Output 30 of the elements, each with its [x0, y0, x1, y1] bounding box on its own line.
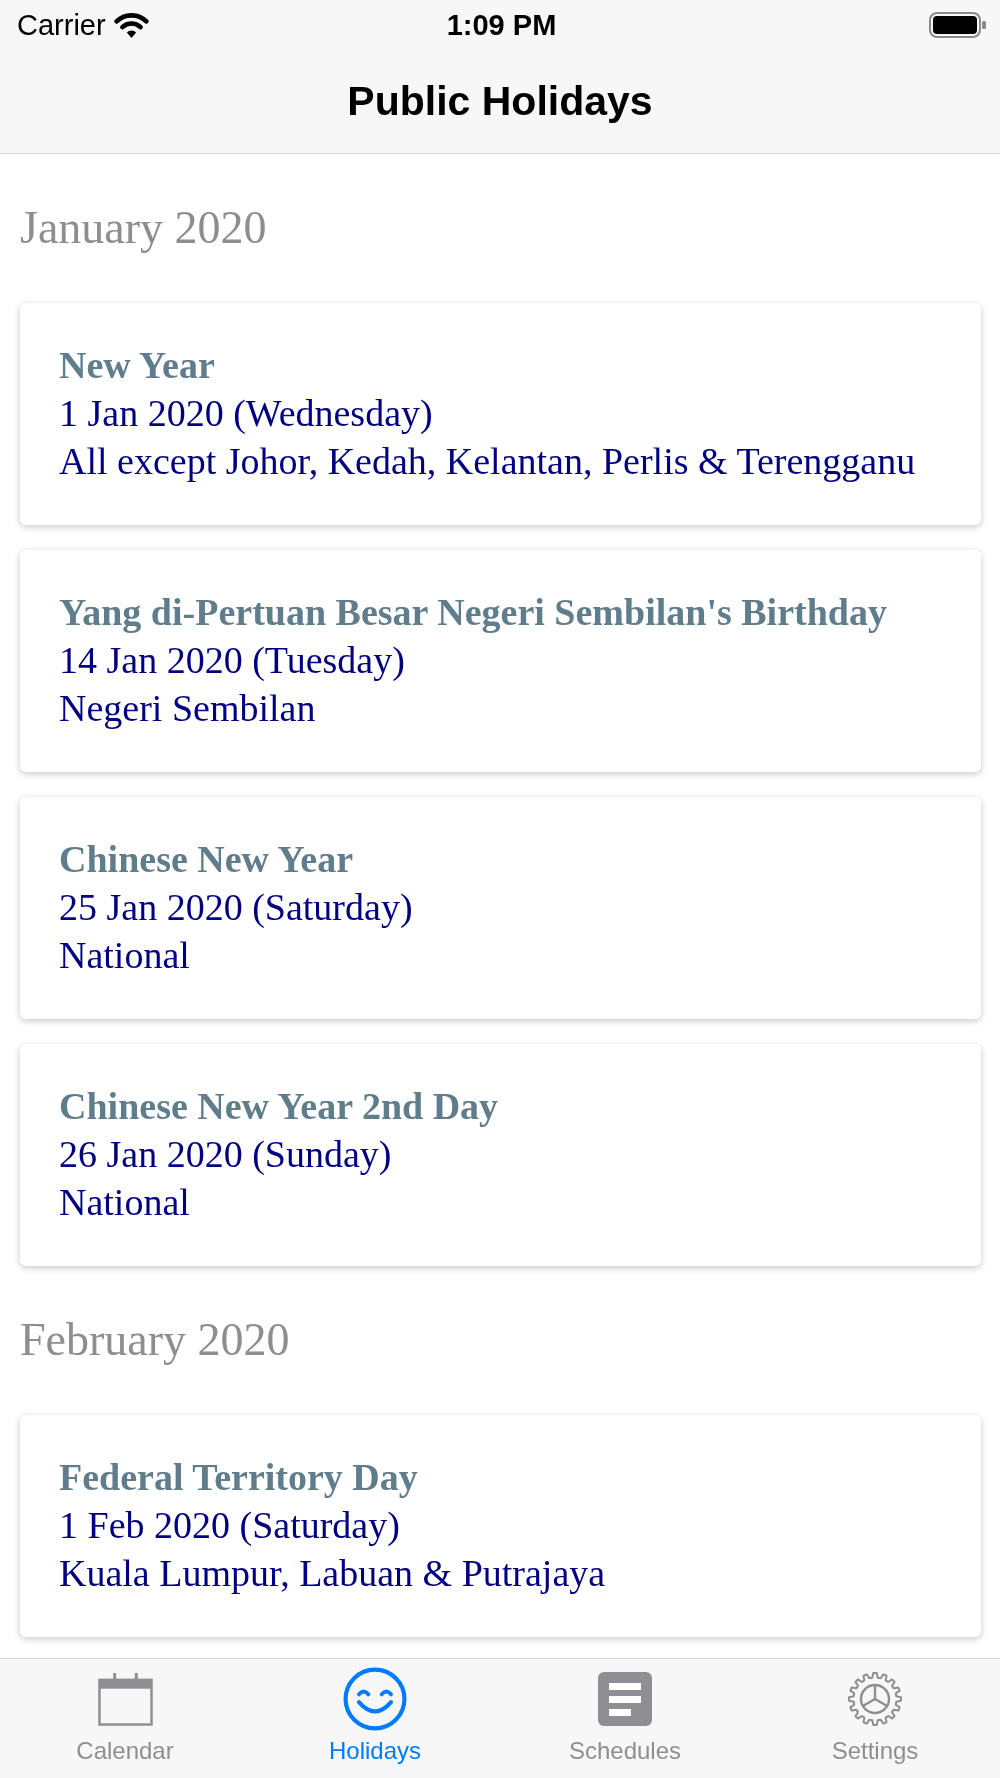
smiley-icon [343, 1667, 407, 1731]
month-heading: February 2020 [20, 1313, 290, 1367]
document-icon [598, 1672, 652, 1726]
holiday-date: 26 Jan 2020 (Sunday) [59, 1132, 392, 1177]
holiday-name: Chinese New Year [59, 837, 354, 882]
tab-button[interactable]: Settings [750, 1659, 1000, 1778]
tab-button[interactable]: Holidays [250, 1659, 500, 1778]
holiday-date: 1 Feb 2020 (Saturday) [59, 1503, 400, 1548]
holiday-region: All except Johor, Kedah, Kelantan, Perlis & Terengganu [59, 439, 916, 484]
settings-icon [848, 1672, 902, 1726]
holiday-region: Negeri Sembilan [59, 686, 316, 731]
holiday-region: National [59, 1180, 190, 1225]
carrier-label: Carrier [17, 10, 106, 40]
holiday-region: Kuala Lumpur, Labuan & Putrajaya [59, 1551, 606, 1596]
wifi-icon [113, 12, 149, 38]
holiday-name: New Year [59, 343, 215, 388]
holiday-date: 25 Jan 2020 (Saturday) [59, 885, 413, 930]
month-heading: January 2020 [20, 201, 267, 255]
page-title: Public Holidays [347, 76, 653, 126]
holiday-region: National [59, 933, 190, 978]
calendar-icon [97, 1672, 153, 1726]
tab-button[interactable]: Calendar [0, 1659, 250, 1778]
holiday-date: 1 Jan 2020 (Wednesday) [59, 391, 433, 436]
holiday-name: Federal Territory Day [59, 1455, 418, 1500]
holiday-name: Yang di-Pertuan Besar Negeri Sembilan's Birthday [59, 590, 887, 635]
holiday-date: 14 Jan 2020 (Tuesday) [59, 638, 405, 683]
tab-button[interactable]: Schedules [500, 1659, 750, 1778]
battery-icon [929, 12, 986, 38]
clock-time: 1:09 PM [446, 10, 557, 40]
holiday-name: Chinese New Year 2nd Day [59, 1084, 499, 1129]
